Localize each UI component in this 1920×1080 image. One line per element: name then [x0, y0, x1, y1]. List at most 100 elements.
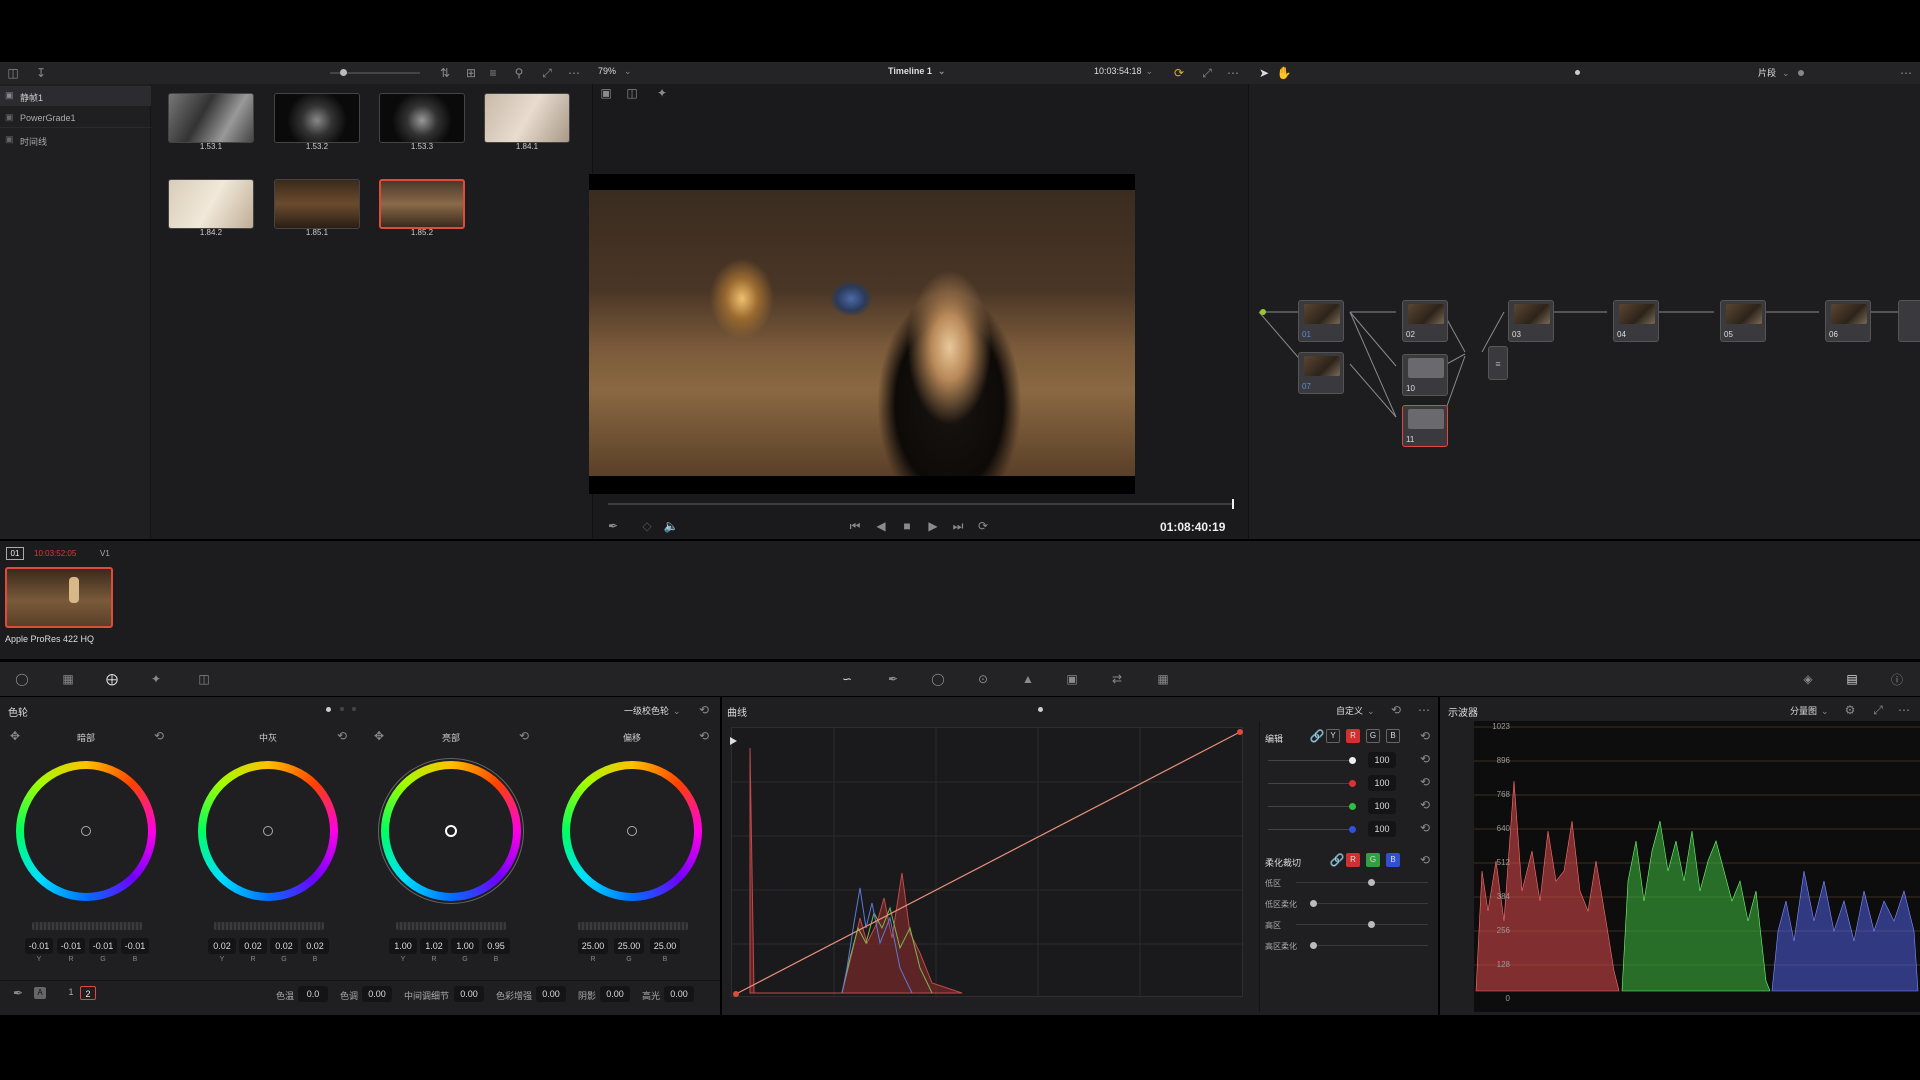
highlight-mode-icon[interactable]: ◇ [638, 518, 656, 534]
skip-to-start-icon[interactable]: ⏮ [846, 518, 864, 534]
reset-icon[interactable]: ⟲ [1418, 798, 1432, 812]
rgb-mixer-icon[interactable]: ◫ [194, 670, 214, 688]
channel-g-toggle[interactable]: G [1366, 729, 1380, 743]
split-view-icon[interactable]: ◫ [624, 86, 640, 100]
high-soft-slider[interactable] [1310, 942, 1428, 949]
lift-r-value[interactable]: -0.01 [57, 938, 85, 954]
gallery-size-slider[interactable] [330, 69, 420, 76]
still-thumbnail[interactable] [274, 93, 360, 143]
sidebar-toggle-icon[interactable]: ◫ [4, 64, 22, 82]
offset-g-value[interactable]: 25.00 [614, 938, 644, 954]
node-01[interactable]: 01 [1298, 300, 1344, 342]
still-thumbnail[interactable] [379, 179, 465, 229]
node-03[interactable]: 03 [1508, 300, 1554, 342]
master-wheel-lift[interactable] [32, 922, 142, 930]
lift-b-value[interactable]: -0.01 [121, 938, 149, 954]
more-options-icon[interactable]: ⋯ [1897, 64, 1915, 82]
param-value[interactable]: 0.00 [664, 986, 694, 1002]
scopes-icon[interactable]: ▤ [1842, 670, 1862, 688]
gain-r-value[interactable]: 1.02 [420, 938, 448, 954]
intensity-slider-y[interactable] [1268, 757, 1356, 764]
gain-y-value[interactable]: 1.00 [389, 938, 417, 954]
page-1-button[interactable]: 1 [64, 987, 78, 1000]
skip-to-end-icon[interactable]: ⏭ [949, 518, 967, 534]
gamma-r-value[interactable]: 0.02 [239, 938, 267, 954]
picker-icon[interactable]: ✥ [8, 729, 22, 743]
link-icon[interactable]: 🔗 [1310, 729, 1325, 743]
layer-mixer-node[interactable]: ≡ [1488, 346, 1508, 380]
param-value[interactable]: 0.00 [454, 986, 484, 1002]
reset-icon[interactable]: ⟲ [696, 702, 712, 718]
intensity-slider-r[interactable] [1268, 780, 1356, 787]
play-icon[interactable]: ▶ [924, 518, 942, 534]
timecode-dropdown[interactable]: 10:03:54:18 ⌄ [1094, 66, 1153, 77]
hdr-icon[interactable]: ✦ [146, 670, 166, 688]
still-thumbnail[interactable] [274, 179, 360, 229]
reset-icon[interactable]: ⟲ [1418, 853, 1432, 867]
key-icon[interactable]: ▣ [1062, 670, 1082, 688]
sidebar-item-timeline[interactable]: ▣ 时间线 [0, 130, 151, 150]
page-2-button[interactable]: 2 [80, 986, 96, 1000]
node-mode-dropdown[interactable]: 片段 ⌄ [1758, 66, 1790, 79]
softclip-b-toggle[interactable]: B [1386, 853, 1400, 867]
search-icon[interactable]: ⚲ [510, 64, 528, 82]
still-thumbnail[interactable] [484, 93, 570, 143]
single-view-icon[interactable]: ▣ [598, 86, 614, 100]
tracker-icon[interactable]: ⊙ [973, 670, 993, 688]
intensity-slider-g[interactable] [1268, 803, 1356, 810]
camera-raw-icon[interactable]: ◯ [12, 670, 32, 688]
intensity-slider-b[interactable] [1268, 826, 1356, 833]
intensity-b-value[interactable]: 100 [1368, 821, 1396, 837]
intensity-y-value[interactable]: 100 [1368, 752, 1396, 768]
still-thumbnail[interactable] [168, 179, 254, 229]
more-options-icon[interactable]: ⋯ [1224, 64, 1242, 82]
viewer-scrubber[interactable] [608, 499, 1234, 509]
qualifier-icon[interactable]: ✒ [883, 670, 903, 688]
scope-settings-icon[interactable]: ⚙ [1842, 702, 1858, 718]
wheel-mode-dropdown[interactable]: 一级校色轮 ⌄ [624, 704, 681, 717]
node-06[interactable]: 06 [1825, 300, 1871, 342]
3d-icon[interactable]: ▦ [1153, 670, 1173, 688]
window-icon[interactable]: ◯ [928, 670, 948, 688]
low-soft-slider[interactable] [1310, 900, 1428, 907]
import-icon[interactable]: ↧ [32, 64, 50, 82]
reset-icon[interactable]: ⟲ [697, 729, 711, 743]
auto-color-button[interactable]: A [34, 987, 46, 999]
reset-icon[interactable]: ⟲ [1418, 775, 1432, 789]
gain-g-value[interactable]: 1.00 [451, 938, 479, 954]
viewer-frame[interactable] [589, 174, 1135, 494]
auto-balance-icon[interactable]: ✒ [10, 985, 26, 1001]
still-thumbnail[interactable] [379, 93, 465, 143]
curves-tool-icon[interactable]: ∽ [837, 670, 857, 688]
hand-icon[interactable]: ✋ [1276, 64, 1292, 82]
play-reverse-icon[interactable]: ◀ [872, 518, 890, 534]
master-wheel-gamma[interactable] [214, 922, 324, 930]
offset-b-value[interactable]: 25.00 [650, 938, 680, 954]
more-options-icon[interactable]: ⋯ [1416, 702, 1432, 718]
sort-icon[interactable]: ⇅ [436, 64, 454, 82]
more-options-icon[interactable]: ⋯ [1896, 702, 1912, 718]
node-04[interactable]: 04 [1613, 300, 1659, 342]
sidebar-item-stills[interactable]: ▣ 静帧1 [0, 86, 151, 106]
expand-icon[interactable]: ⤢ [1870, 702, 1886, 718]
reset-icon[interactable]: ⟲ [517, 729, 531, 743]
param-value[interactable]: 0.0 [298, 986, 328, 1002]
color-wheels-icon[interactable]: ⨁ [102, 670, 122, 688]
intensity-g-value[interactable]: 100 [1368, 798, 1396, 814]
zoom-dropdown[interactable]: 79% ⌄ [598, 66, 632, 80]
curves-mode-dropdown[interactable]: 自定义 ⌄ [1336, 704, 1375, 717]
channel-r-toggle[interactable]: R [1346, 729, 1360, 743]
volume-icon[interactable]: 🔈 [662, 518, 680, 534]
param-value[interactable]: 0.00 [600, 986, 630, 1002]
eyedropper-icon[interactable]: ✒ [604, 518, 622, 534]
softclip-r-toggle[interactable]: R [1346, 853, 1360, 867]
loop-playback-icon[interactable]: ⟳ [974, 518, 992, 534]
grid-view-icon[interactable]: ⊞ [462, 64, 480, 82]
channel-b-toggle[interactable]: B [1386, 729, 1400, 743]
node-10[interactable]: 10 [1402, 354, 1448, 396]
stop-icon[interactable]: ■ [898, 518, 916, 534]
reset-icon[interactable]: ⟲ [1388, 702, 1404, 718]
clip-thumbnail[interactable] [5, 567, 113, 628]
offset-r-value[interactable]: 25.00 [578, 938, 608, 954]
color-wheel-lift[interactable] [16, 761, 156, 901]
